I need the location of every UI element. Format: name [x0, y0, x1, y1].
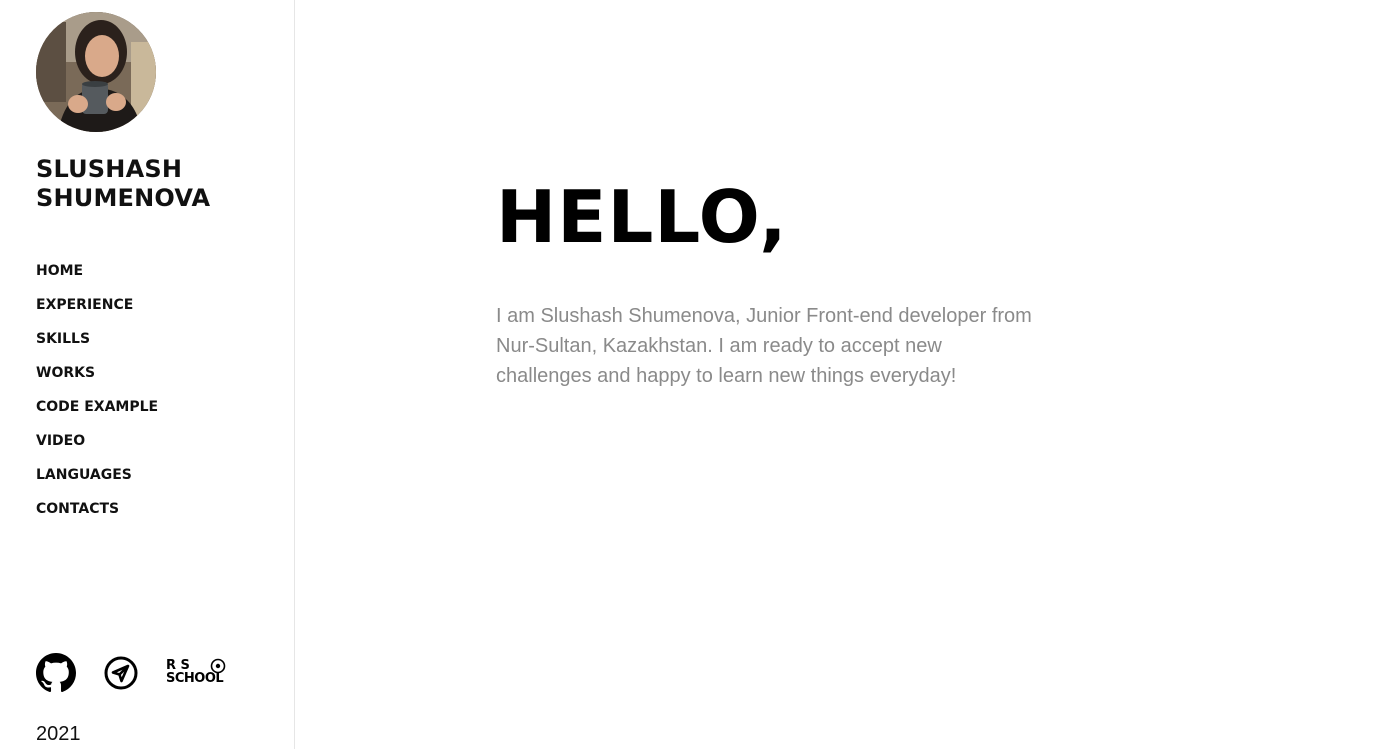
avatar — [36, 12, 156, 132]
main-content: HELLO, I am Slushash Shumenova, Junior F… — [296, 0, 1397, 749]
sidebar-nav: HOME EXPERIENCE SKILLS WORKS CODE EXAMPL… — [36, 260, 158, 532]
nav-link-contacts[interactable]: CONTACTS — [36, 501, 119, 517]
nav-item-skills: SKILLS — [36, 328, 158, 362]
profile-first-name: SLUSHASH — [36, 155, 183, 183]
rs-school-logo[interactable]: R S SCHOOL — [166, 658, 238, 689]
nav-link-home[interactable]: HOME — [36, 263, 83, 279]
nav-link-works[interactable]: WORKS — [36, 365, 95, 381]
nav-item-video: VIDEO — [36, 430, 158, 464]
nav-item-languages: LANGUAGES — [36, 464, 158, 498]
telegram-icon — [104, 656, 138, 690]
page: SLUSHASH SHUMENOVA HOME EXPERIENCE SKILL… — [0, 0, 1397, 749]
footer-year: 2021 — [36, 723, 81, 745]
avatar-photo — [36, 12, 156, 132]
nav-item-contacts: CONTACTS — [36, 498, 158, 532]
nav-link-code-example[interactable]: CODE EXAMPLE — [36, 399, 158, 415]
nav-link-experience[interactable]: EXPERIENCE — [36, 297, 133, 313]
rs-logo-line2: SCHOOL — [166, 671, 224, 686]
hero-title: HELLO, — [496, 175, 788, 259]
nav-item-code-example: CODE EXAMPLE — [36, 396, 158, 430]
github-link[interactable] — [36, 653, 76, 698]
nav-item-experience: EXPERIENCE — [36, 294, 158, 328]
js-badge-icon — [210, 658, 226, 674]
nav-link-video[interactable]: VIDEO — [36, 433, 85, 449]
nav-link-languages[interactable]: LANGUAGES — [36, 467, 132, 483]
nav-item-home: HOME — [36, 260, 158, 294]
github-icon — [36, 653, 76, 693]
profile-last-name: SHUMENOVA — [36, 184, 211, 212]
telegram-link[interactable] — [103, 655, 139, 696]
profile-name: SLUSHASH SHUMENOVA — [36, 155, 210, 213]
nav-link-skills[interactable]: SKILLS — [36, 331, 90, 347]
hero-intro: I am Slushash Shumenova, Junior Front-en… — [496, 305, 1032, 387]
nav-item-works: WORKS — [36, 362, 158, 396]
sidebar: SLUSHASH SHUMENOVA HOME EXPERIENCE SKILL… — [0, 0, 295, 749]
